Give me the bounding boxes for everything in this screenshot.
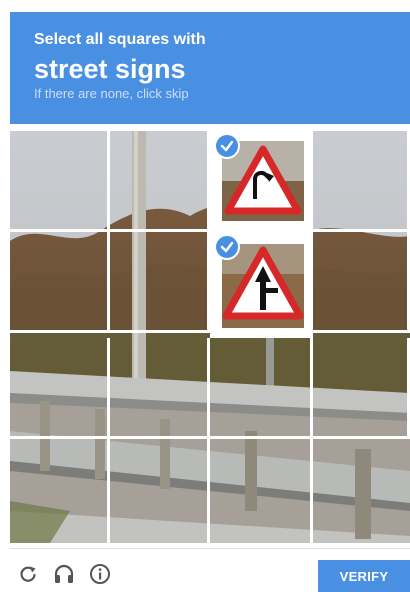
grid-tile-12[interactable]: [313, 338, 410, 439]
check-icon: [214, 133, 240, 159]
grid-tile-11[interactable]: [210, 338, 313, 439]
grid-tile-9[interactable]: [10, 338, 110, 439]
instruction-text: Select all squares with: [34, 31, 206, 48]
grid-tile-7[interactable]: [210, 232, 313, 338]
grid-tile-15[interactable]: [210, 439, 313, 543]
captcha-widget: Select all squares with street signs If …: [0, 0, 410, 592]
target-object-text: street signs: [34, 54, 186, 84]
grid-tile-4[interactable]: [313, 131, 410, 232]
grid-tile-3[interactable]: [210, 131, 313, 232]
image-grid: [10, 131, 410, 543]
grid-tile-2[interactable]: [110, 131, 210, 232]
grid-tile-1[interactable]: [10, 131, 110, 232]
footer-divider: [10, 548, 410, 549]
grid-tile-13[interactable]: [10, 439, 110, 543]
verify-button[interactable]: VERIFY: [318, 560, 410, 592]
headphones-icon[interactable]: [52, 562, 76, 586]
grid-tile-5[interactable]: [10, 232, 110, 333]
grid-tile-8[interactable]: [313, 232, 410, 333]
captcha-footer: VERIFY: [10, 552, 410, 592]
grid-tile-10[interactable]: [110, 338, 210, 439]
hint-text: If there are none, click skip: [34, 86, 189, 101]
reload-icon[interactable]: [16, 562, 40, 586]
captcha-header: Select all squares with street signs If …: [10, 12, 410, 124]
check-icon: [214, 234, 240, 260]
grid-tile-6[interactable]: [110, 232, 210, 333]
info-icon[interactable]: [88, 562, 112, 586]
grid-tile-14[interactable]: [110, 439, 210, 543]
grid-tile-16[interactable]: [313, 439, 410, 543]
